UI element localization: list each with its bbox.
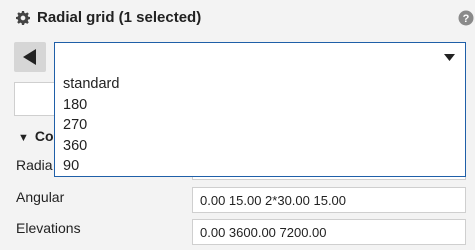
radial-grid-properties-panel: Radial grid (1 selected) ? ▼ Co Radia Ang… bbox=[0, 0, 475, 250]
elevations-label: Elevations bbox=[16, 220, 81, 236]
grid-type-dropdown-list: standard 180 270 360 90 bbox=[54, 71, 466, 177]
dropdown-option[interactable]: 360 bbox=[55, 136, 465, 157]
section-header[interactable]: ▼ Co bbox=[18, 128, 54, 144]
dropdown-option[interactable]: standard bbox=[55, 74, 465, 95]
gear-icon[interactable] bbox=[16, 11, 30, 25]
dropdown-option[interactable]: 180 bbox=[55, 95, 465, 116]
panel-header: Radial grid (1 selected) ? bbox=[0, 0, 475, 36]
radial-label: Radia bbox=[16, 157, 53, 173]
dropdown-option[interactable]: 270 bbox=[55, 115, 465, 136]
chevron-down-icon bbox=[444, 54, 455, 61]
back-button[interactable] bbox=[14, 42, 46, 72]
help-symbol: ? bbox=[463, 13, 470, 25]
section-header-label: Co bbox=[34, 128, 54, 144]
angular-field[interactable]: 0.00 15.00 2*30.00 15.00 bbox=[192, 187, 466, 213]
triangle-left-icon bbox=[23, 49, 36, 65]
collapse-triangle-icon: ▼ bbox=[18, 132, 29, 144]
elevations-field[interactable]: 0.00 3600.00 7200.00 bbox=[192, 219, 466, 245]
dropdown-option[interactable]: 90 bbox=[55, 156, 465, 177]
panel-title: Radial grid (1 selected) bbox=[37, 9, 202, 26]
help-icon[interactable]: ? bbox=[458, 10, 474, 26]
grid-type-select[interactable] bbox=[54, 42, 466, 72]
angular-label: Angular bbox=[16, 189, 65, 205]
